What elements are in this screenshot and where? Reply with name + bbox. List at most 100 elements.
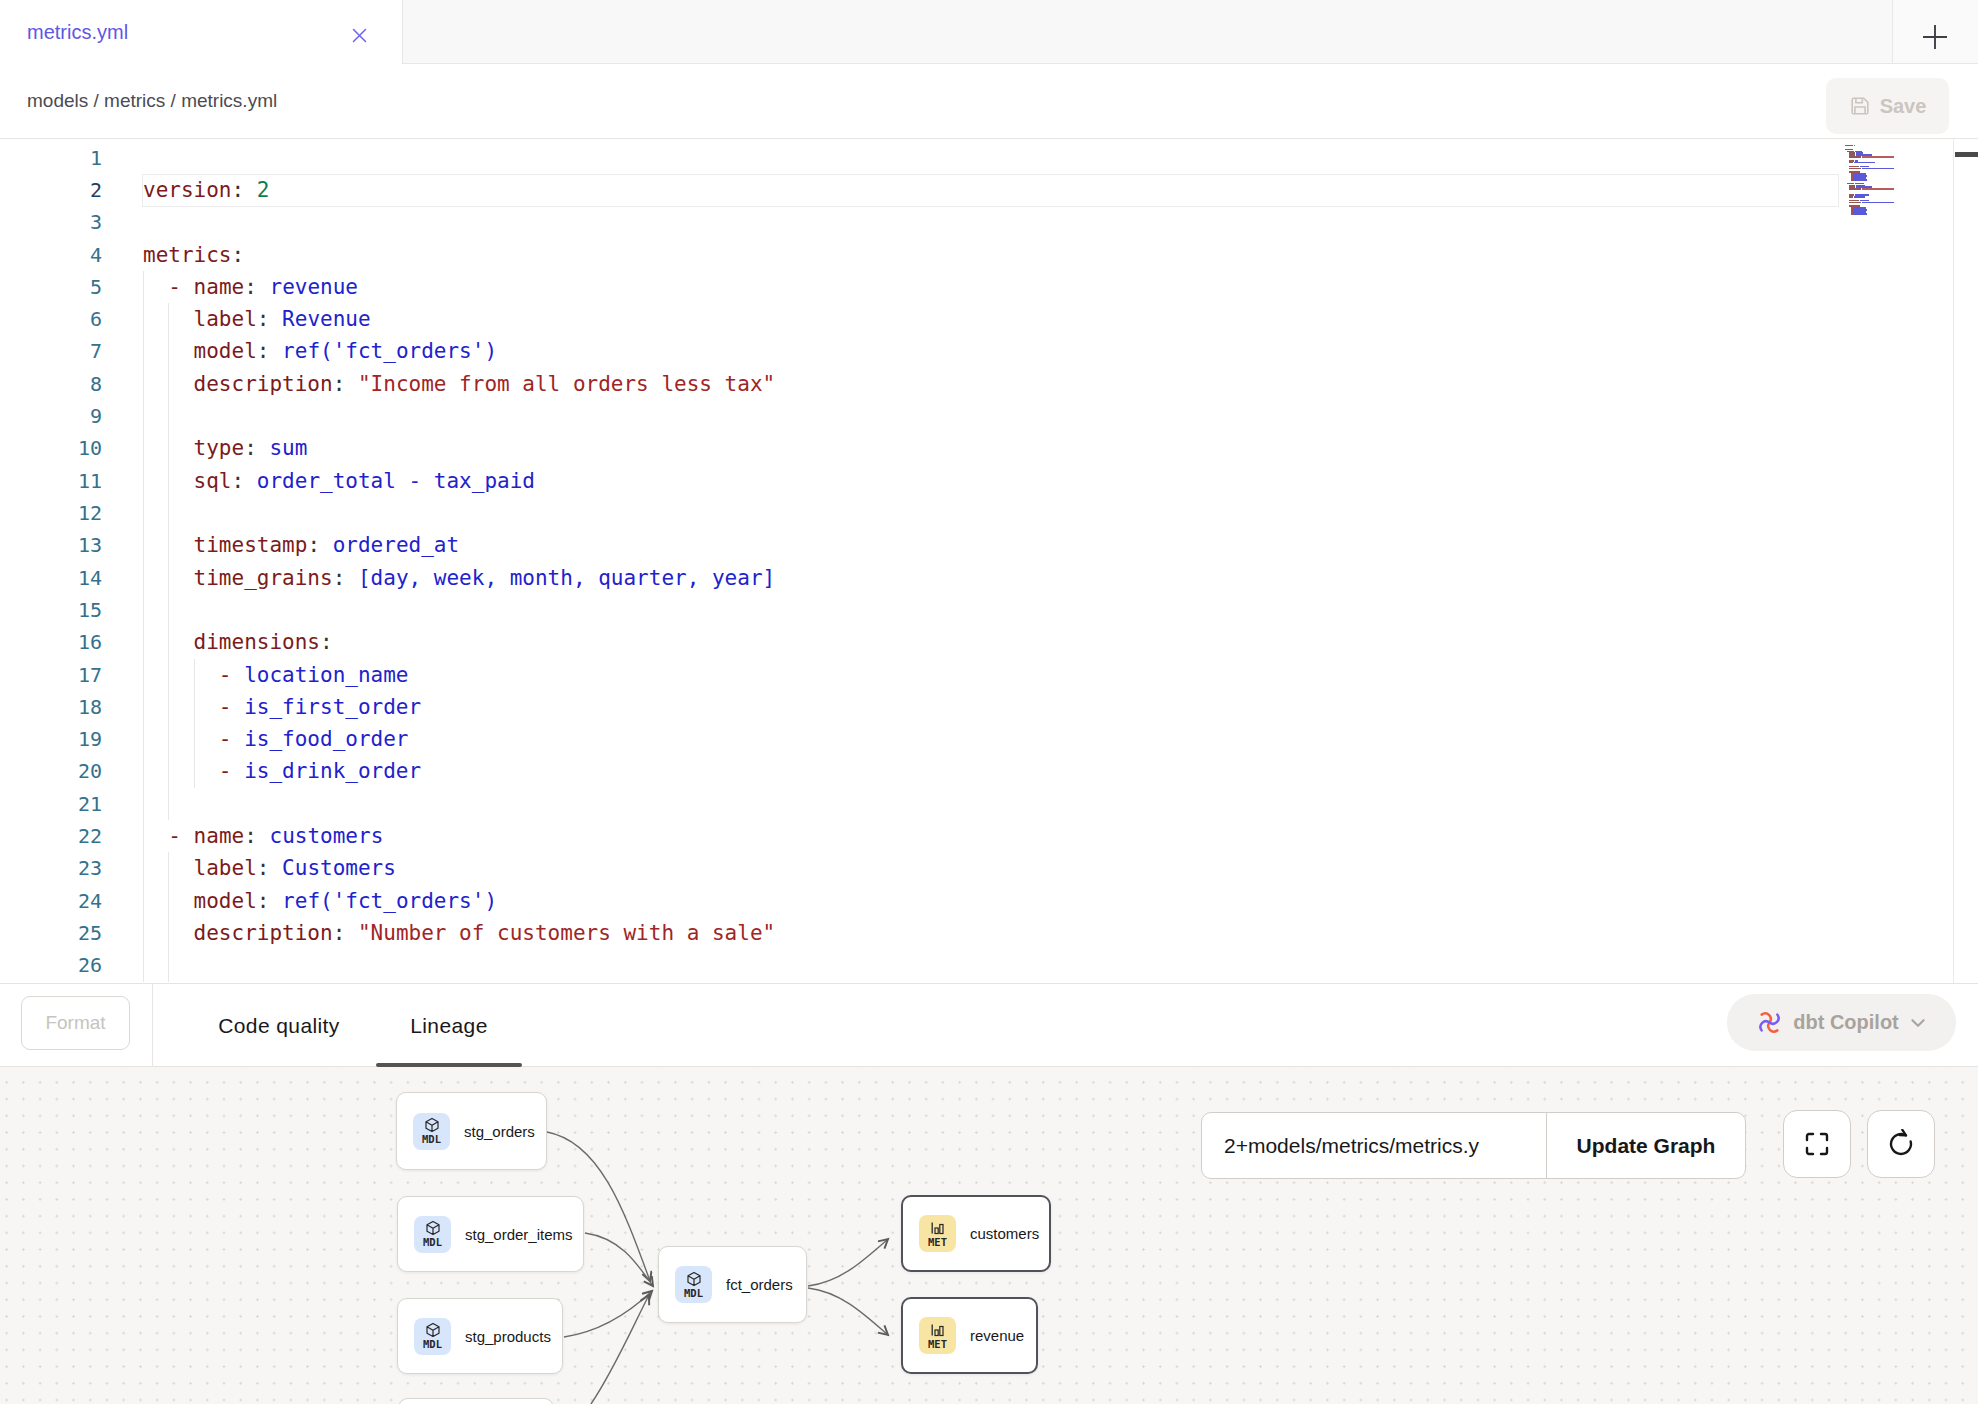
code-line-11[interactable]: 11 sql: order_total - tax_paid <box>0 465 1845 497</box>
new-tab-button[interactable] <box>1922 24 1948 50</box>
code-line-21[interactable]: 21 <box>0 788 1845 820</box>
plus-icon <box>1922 24 1948 50</box>
code-line-7[interactable]: 7 model: ref('fct_orders') <box>0 335 1845 367</box>
code-line-8[interactable]: 8 description: "Income from all orders l… <box>0 368 1845 400</box>
code-line-20[interactable]: 20 - is_drink_order <box>0 755 1845 787</box>
node-label: customers <box>970 1225 1039 1242</box>
dbt-copilot-label: dbt Copilot <box>1793 1011 1899 1034</box>
lineage-node-stg_products[interactable]: MDLstg_products <box>397 1298 563 1374</box>
code-line-9[interactable]: 9 <box>0 400 1845 432</box>
graph-controls: 2+models/metrics/metrics.y Update Graph <box>1201 1112 1746 1179</box>
update-graph-button[interactable]: Update Graph <box>1547 1113 1745 1178</box>
minimap-line <box>1849 202 1860 204</box>
lineage-node-fct_orders[interactable]: MDLfct_orders <box>658 1246 807 1323</box>
indent-guide <box>143 788 144 820</box>
line-number: 3 <box>0 206 102 238</box>
line-number: 25 <box>0 917 102 949</box>
code-text: label: Customers <box>143 852 396 884</box>
code-line-24[interactable]: 24 model: ref('fct_orders') <box>0 885 1845 917</box>
indent-guide <box>168 400 169 432</box>
code-line-25[interactable]: 25 description: "Number of customers wit… <box>0 917 1845 949</box>
line-number: 5 <box>0 271 102 303</box>
code-text: model: ref('fct_orders') <box>143 335 497 367</box>
line-number: 10 <box>0 432 102 464</box>
save-icon <box>1849 95 1871 117</box>
close-tab-icon[interactable] <box>351 27 368 44</box>
code-line-26[interactable]: 26 <box>0 949 1845 981</box>
lineage-node-stg_order_items[interactable]: MDL stg_order_items <box>397 1196 584 1272</box>
code-line-1[interactable]: 1 <box>0 142 1845 174</box>
code-text: label: Revenue <box>143 303 371 335</box>
tab-lineage[interactable]: Lineage <box>376 984 522 1067</box>
format-button[interactable]: Format <box>21 996 130 1050</box>
minimap-line <box>1853 213 1867 215</box>
minimap[interactable] <box>1845 143 1945 263</box>
code-line-17[interactable]: 17 - location_name <box>0 659 1845 691</box>
lineage-node-revenue[interactable]: METrevenue <box>901 1297 1038 1374</box>
code-line-10[interactable]: 10 type: sum <box>0 432 1845 464</box>
line-number: 18 <box>0 691 102 723</box>
indent-guide <box>143 594 144 626</box>
code-line-19[interactable]: 19 - is_food_order <box>0 723 1845 755</box>
dbt-copilot-button[interactable]: dbt Copilot <box>1727 994 1956 1051</box>
line-number: 9 <box>0 400 102 432</box>
minimap-line <box>1845 145 1852 147</box>
indent-guide <box>143 949 144 981</box>
cube-icon: MDL <box>414 1216 451 1253</box>
node-label: stg_orders <box>464 1123 535 1140</box>
code-text: sql: order_total - tax_paid <box>143 465 535 497</box>
minimap-line <box>1853 179 1867 181</box>
code-line-12[interactable]: 12 <box>0 497 1845 529</box>
lineage-node-customers[interactable]: MET customers <box>901 1195 1051 1272</box>
minimap-line <box>1849 168 1860 170</box>
node-label: stg_products <box>465 1328 551 1345</box>
minimap-line <box>1862 188 1894 190</box>
code-line-15[interactable]: 15 <box>0 594 1845 626</box>
code-line-2[interactable]: 2version: 2 <box>0 174 1845 206</box>
chart-icon: MET <box>919 1215 956 1252</box>
minimap-line <box>1854 196 1865 198</box>
line-number: 24 <box>0 885 102 917</box>
code-text: version: 2 <box>143 174 269 206</box>
code-text: metrics: <box>143 239 244 271</box>
code-line-18[interactable]: 18 - is_first_order <box>0 691 1845 723</box>
tab-metrics-yml[interactable]: metrics.yml <box>0 0 402 64</box>
code-line-5[interactable]: 5 - name: revenue <box>0 271 1845 303</box>
dbt-copilot-icon <box>1756 1009 1783 1036</box>
refresh-button[interactable] <box>1867 1110 1935 1178</box>
line-number: 13 <box>0 529 102 561</box>
save-button[interactable]: Save <box>1826 78 1949 134</box>
line-number: 4 <box>0 239 102 271</box>
code-line-4[interactable]: 4 metrics: <box>0 239 1845 271</box>
lineage-node-partial-node[interactable]: MDL <box>398 1398 554 1404</box>
minimap-line <box>1862 156 1894 158</box>
code-line-16[interactable]: 16 dimensions: <box>0 626 1845 658</box>
line-number: 8 <box>0 368 102 400</box>
line-number: 14 <box>0 562 102 594</box>
tab-code-quality[interactable]: Code quality <box>186 984 372 1067</box>
code-line-22[interactable]: 22 - name: customers <box>0 820 1845 852</box>
line-number: 26 <box>0 949 102 981</box>
code-text: model: ref('fct_orders') <box>143 885 497 917</box>
fullscreen-button[interactable] <box>1783 1110 1851 1178</box>
lineage-node-stg_orders[interactable]: MDLstg_orders <box>396 1092 547 1170</box>
code-line-14[interactable]: 14 time_grains: [day, week, month, quart… <box>0 562 1845 594</box>
code-line-23[interactable]: 23 label: Customers <box>0 852 1845 884</box>
lineage-graph-canvas[interactable]: MDLstg_ordersMDLstg_order_itemsMDLstg_pr… <box>0 1067 1978 1404</box>
code-text: - name: customers <box>143 820 383 852</box>
chart-icon: MET <box>919 1317 956 1354</box>
line-number: 12 <box>0 497 102 529</box>
code-editor[interactable]: 12version: 234metrics:5 - name: revenue6… <box>0 139 1978 983</box>
line-number: 17 <box>0 659 102 691</box>
indent-guide <box>168 788 169 820</box>
line-number: 6 <box>0 303 102 335</box>
code-line-3[interactable]: 3 <box>0 206 1845 238</box>
code-line-6[interactable]: 6 label: Revenue <box>0 303 1845 335</box>
code-line-13[interactable]: 13 timestamp: ordered_at <box>0 529 1845 561</box>
breadcrumb: models / metrics / metrics.yml <box>27 64 277 138</box>
node-label: stg_order_items <box>465 1226 573 1243</box>
graph-filter-input[interactable]: 2+models/metrics/metrics.y <box>1202 1113 1547 1178</box>
line-number: 7 <box>0 335 102 367</box>
line-number: 21 <box>0 788 102 820</box>
minimap-line <box>1849 188 1860 190</box>
